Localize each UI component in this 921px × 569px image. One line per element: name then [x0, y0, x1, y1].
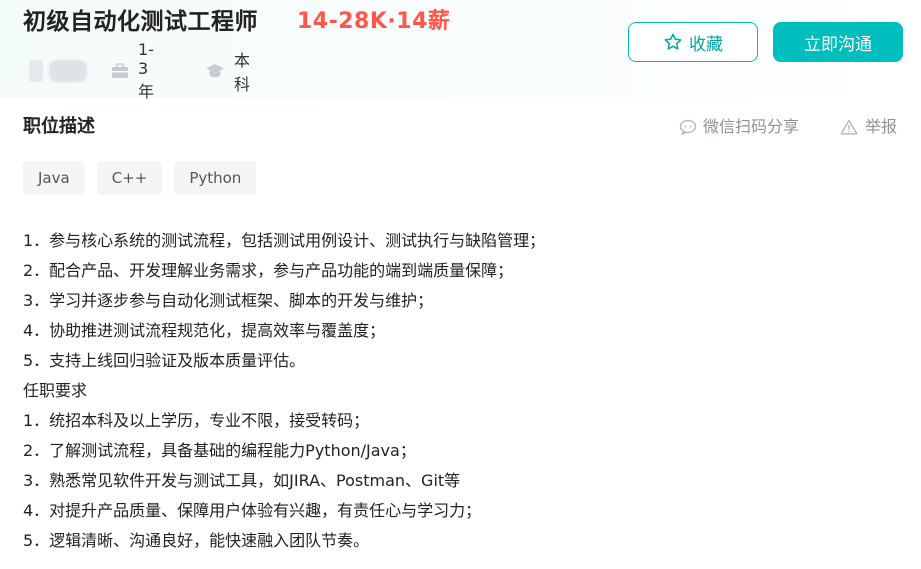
- education-meta: 本科: [205, 51, 250, 94]
- description-line: 4．对提升产品质量、保障用户体验有兴趣，有责任心与学习力；: [23, 501, 482, 520]
- wechat-icon: [679, 119, 697, 135]
- description-line: 4．协助推进测试流程规范化，提高效率与覆盖度；: [23, 321, 386, 340]
- star-icon: [663, 32, 683, 52]
- graduation-cap-icon: [205, 63, 225, 79]
- chat-now-button[interactable]: 立即沟通: [773, 22, 903, 62]
- section-title: 职位描述: [23, 116, 95, 137]
- job-title: 初级自动化测试工程师: [23, 9, 258, 35]
- description-line: 3．学习并逐步参与自动化测试框架、脚本的开发与维护；: [23, 291, 434, 310]
- requirements-heading: 任职要求: [23, 381, 88, 400]
- warning-icon: [840, 119, 858, 135]
- salary: 14-28K·14薪: [297, 9, 451, 34]
- collect-button-label: 收藏: [689, 34, 723, 55]
- description-line: 3．熟悉常见软件开发与测试工具，如JIRA、Postman、Git等: [23, 471, 461, 490]
- wechat-share-label: 微信扫码分享: [703, 117, 800, 136]
- description-line: 5．逻辑清晰、沟通良好，能快速融入团队节奏。: [23, 531, 370, 550]
- description-line: 1．统招本科及以上学历，专业不限，接受转码；: [23, 411, 370, 430]
- experience-text: 1-3年: [138, 40, 155, 101]
- experience-meta: 1-3年: [111, 40, 154, 101]
- job-description: 1．参与核心系统的测试流程，包括测试用例设计、测试执行与缺陷管理； 2．配合产品…: [23, 226, 903, 556]
- collect-button[interactable]: 收藏: [628, 22, 758, 62]
- skill-tag: Java: [23, 161, 85, 195]
- blurred-location: [23, 60, 87, 82]
- report-link[interactable]: 举报: [840, 114, 897, 140]
- skill-tag: Python: [174, 161, 257, 195]
- education-text: 本科: [234, 51, 251, 94]
- description-line: 5．支持上线回归验证及版本质量评估。: [23, 351, 306, 370]
- description-line: 2．配合产品、开发理解业务需求，参与产品功能的端到端质量保障；: [23, 261, 514, 280]
- description-line: 1．参与核心系统的测试流程，包括测试用例设计、测试执行与缺陷管理；: [23, 231, 546, 250]
- description-line: 2．了解测试流程，具备基础的编程能力Python/Java；: [23, 441, 416, 460]
- report-label: 举报: [865, 117, 898, 136]
- skill-tag: C++: [96, 161, 163, 195]
- chat-now-button-label: 立即沟通: [804, 34, 872, 55]
- briefcase-icon: [111, 63, 129, 79]
- skill-tags: Java C++ Python: [23, 161, 257, 195]
- wechat-share-link[interactable]: 微信扫码分享: [679, 114, 799, 140]
